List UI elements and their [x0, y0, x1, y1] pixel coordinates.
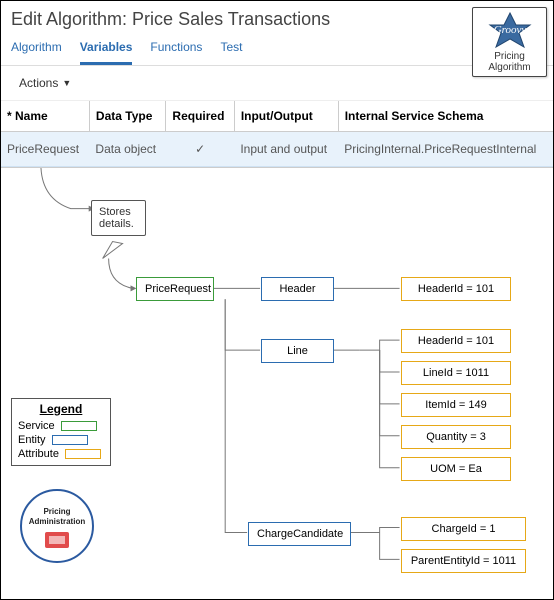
table-row[interactable]: PriceRequest Data object ✓ Input and out… — [1, 132, 553, 167]
attr-charge-parententityid: ParentEntityId = 1011 — [401, 549, 526, 573]
edit-panel: Edit Algorithm: Price Sales Transactions… — [1, 1, 553, 168]
groovy-badge: Groovy Pricing Algorithm — [472, 7, 547, 77]
legend-row-entity: Entity — [12, 433, 110, 447]
attr-charge-chargeid: ChargeId = 1 — [401, 517, 526, 541]
variables-table: * Name Data Type Required Input/Output I… — [1, 101, 553, 167]
star-icon: Groovy — [480, 11, 540, 49]
page-title: Edit Algorithm: Price Sales Transactions — [1, 1, 553, 34]
node-pricerequest: PriceRequest — [136, 277, 214, 301]
node-header: Header — [261, 277, 334, 301]
legend: Legend Service Entity Attribute — [11, 398, 111, 466]
tab-algorithm[interactable]: Algorithm — [11, 34, 62, 65]
col-data-type[interactable]: Data Type — [89, 101, 165, 132]
actions-menu[interactable]: Actions ▼ — [1, 66, 553, 101]
svg-text:Pricing: Pricing — [43, 507, 70, 516]
attr-line-lineid: LineId = 1011 — [401, 361, 511, 385]
cell-name: PriceRequest — [1, 132, 89, 167]
cell-io: Input and output — [234, 132, 338, 167]
legend-row-service: Service — [12, 419, 110, 433]
node-chargecandidate: ChargeCandidate — [248, 522, 351, 546]
attr-line-uom: UOM = Ea — [401, 457, 511, 481]
diagram-area: Stores details. PriceRequest Header Line… — [1, 168, 553, 598]
cell-required: ✓ — [166, 132, 234, 167]
actions-label: Actions — [19, 76, 58, 90]
attr-line-headerid: HeaderId = 101 — [401, 329, 511, 353]
legend-title: Legend — [12, 399, 110, 419]
pricing-admin-icon: Pricing Administration — [19, 488, 95, 564]
legend-row-attribute: Attribute — [12, 447, 110, 461]
cell-schema: PricingInternal.PriceRequestInternal — [338, 132, 553, 167]
attr-line-quantity: Quantity = 3 — [401, 425, 511, 449]
badge-text: Pricing Algorithm — [488, 51, 530, 73]
tab-variables[interactable]: Variables — [80, 34, 133, 65]
attr-header-headerid: HeaderId = 101 — [401, 277, 511, 301]
node-line: Line — [261, 339, 334, 363]
col-schema[interactable]: Internal Service Schema — [338, 101, 553, 132]
col-name[interactable]: * Name — [1, 101, 89, 132]
tab-functions[interactable]: Functions — [150, 34, 202, 65]
col-required[interactable]: Required — [166, 101, 234, 132]
svg-text:Groovy: Groovy — [493, 24, 526, 36]
caret-down-icon: ▼ — [62, 78, 71, 88]
pricing-admin-badge: Pricing Administration — [19, 488, 95, 564]
cell-data-type: Data object — [89, 132, 165, 167]
attr-line-itemid: ItemId = 149 — [401, 393, 511, 417]
col-io[interactable]: Input/Output — [234, 101, 338, 132]
tab-bar: Algorithm Variables Functions Test — [1, 34, 553, 66]
svg-text:Administration: Administration — [29, 517, 86, 526]
tab-test[interactable]: Test — [220, 34, 242, 65]
callout-stores-details: Stores details. — [91, 200, 146, 236]
